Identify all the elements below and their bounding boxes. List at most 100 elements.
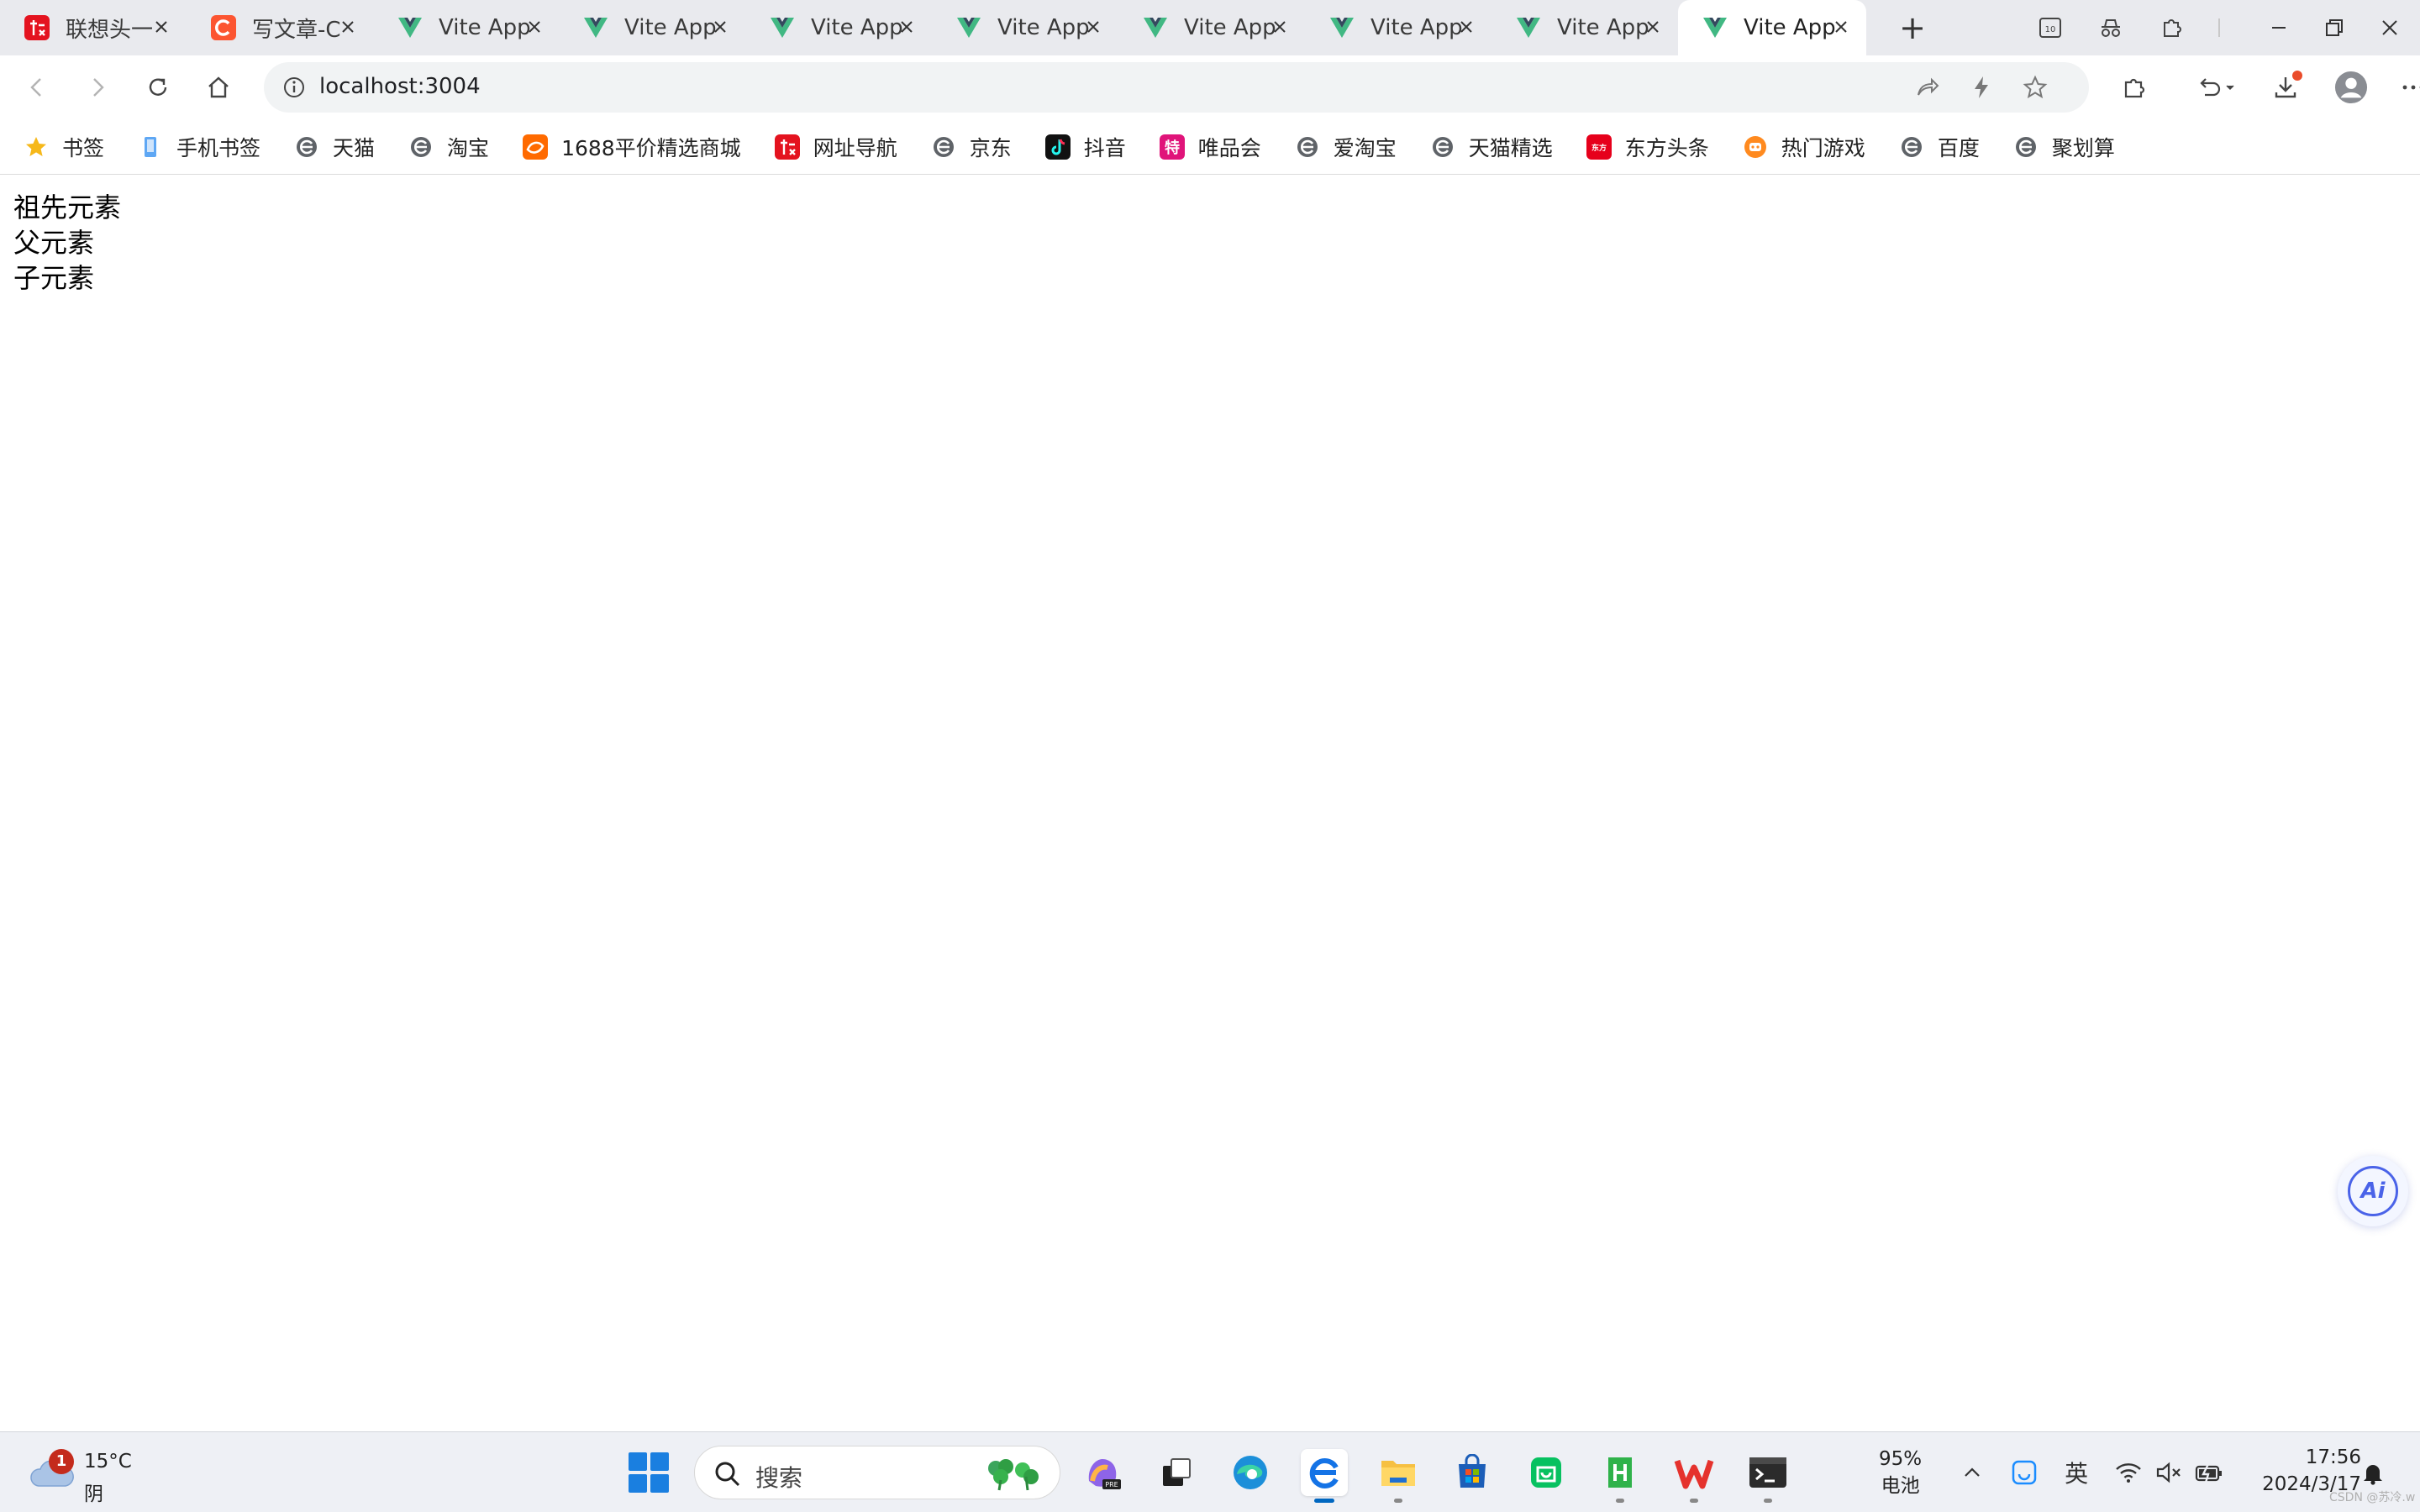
- home-button[interactable]: [202, 71, 235, 104]
- reload-icon: [149, 78, 167, 96]
- taskbar-search[interactable]: 搜索: [694, 1446, 1060, 1499]
- tab-close-icon[interactable]: [150, 16, 173, 39]
- bookmark-item[interactable]: 网址导航: [774, 132, 897, 162]
- tab-count-icon[interactable]: 10: [2033, 11, 2067, 45]
- chevron-up-icon[interactable]: [1954, 1454, 1991, 1491]
- bookmark-item[interactable]: 爱淘宝: [1295, 132, 1397, 162]
- game-icon: [1743, 134, 1768, 160]
- bookmark-item[interactable]: 淘宝: [408, 132, 489, 162]
- terminal-app[interactable]: [1744, 1449, 1791, 1503]
- lenovo-red-icon: [24, 14, 50, 41]
- back-button[interactable]: [20, 71, 54, 104]
- bookmark-item[interactable]: 热门游戏: [1743, 132, 1865, 162]
- app-indicator: [1764, 1499, 1772, 1503]
- bookmark-label: 京东: [969, 135, 1012, 160]
- tab-close-icon[interactable]: [895, 16, 918, 39]
- bookmark-label: 手机书签: [176, 135, 261, 160]
- store-app[interactable]: [1449, 1449, 1496, 1496]
- hbuilder-app[interactable]: [1597, 1449, 1644, 1503]
- lenovo-tray-icon[interactable]: [2006, 1454, 2043, 1491]
- start-tile: [650, 1474, 669, 1493]
- edge-app[interactable]: [1227, 1449, 1274, 1496]
- browser-tab[interactable]: Vite App: [373, 0, 560, 55]
- forward-arrow-icon: [93, 78, 104, 97]
- volume-muted-icon[interactable]: [2150, 1454, 2187, 1491]
- wechat-shop-app[interactable]: [1523, 1449, 1570, 1496]
- bookmark-label: 1688平价精选商城: [561, 135, 741, 160]
- bookmark-item[interactable]: 特唯品会: [1159, 132, 1261, 162]
- restore-icon[interactable]: [2317, 11, 2351, 45]
- reload-button[interactable]: [141, 71, 175, 104]
- share-icon[interactable]: [1911, 71, 1944, 104]
- tab-close-icon[interactable]: [1268, 16, 1292, 39]
- browser-tab[interactable]: Vite App: [1305, 0, 1491, 55]
- copilot-app[interactable]: PRE: [1079, 1449, 1126, 1496]
- more-menu-icon[interactable]: [2396, 71, 2420, 104]
- bookmark-item[interactable]: 聚划算: [2013, 132, 2115, 162]
- bookmark-item[interactable]: 抖音: [1044, 132, 1126, 162]
- wifi-icon[interactable]: [2110, 1454, 2147, 1491]
- battery-charging-icon[interactable]: [2191, 1454, 2228, 1491]
- browser-tab[interactable]: 联想头一: [0, 0, 187, 55]
- ai-assistant-button[interactable]: Ai: [2338, 1156, 2408, 1226]
- bookmark-item[interactable]: 百度: [1899, 132, 1980, 162]
- browser-e-icon: [1430, 134, 1455, 160]
- download-icon[interactable]: [2269, 71, 2302, 104]
- browser-e-icon: [2013, 134, 2039, 160]
- new-tab-button[interactable]: +: [1896, 9, 1929, 46]
- bookmark-star-icon[interactable]: [2018, 71, 2052, 104]
- start-button[interactable]: [629, 1452, 669, 1493]
- ime-indicator[interactable]: 英: [2058, 1454, 2095, 1491]
- app-indicator: [1394, 1499, 1402, 1503]
- bookmark-item[interactable]: 京东: [931, 132, 1012, 162]
- lenovo-browser-app[interactable]: [1301, 1449, 1348, 1503]
- svg-text:特: 特: [1165, 139, 1180, 157]
- url-text[interactable]: localhost:3004: [319, 74, 481, 99]
- notification-bell-icon[interactable]: [2354, 1454, 2391, 1491]
- lightning-icon[interactable]: [1965, 71, 1998, 104]
- minimize-icon[interactable]: [2262, 11, 2296, 45]
- battery-status[interactable]: 95% 电池: [1879, 1446, 1922, 1499]
- strip-divider: [2218, 18, 2220, 37]
- vue-icon: [1142, 14, 1169, 41]
- tab-close-icon[interactable]: [708, 16, 732, 39]
- browser-tab[interactable]: 写文章-C: [187, 0, 373, 55]
- tab-close-icon[interactable]: [1455, 16, 1478, 39]
- weather-widget[interactable]: 1 15°C 阴: [29, 1444, 155, 1505]
- extensions-icon[interactable]: [2118, 71, 2151, 104]
- browser-tab[interactable]: Vite App: [1678, 0, 1866, 55]
- tab-close-icon[interactable]: [1641, 16, 1665, 39]
- tab-close-icon[interactable]: [1081, 16, 1105, 39]
- wps-app[interactable]: [1670, 1449, 1718, 1503]
- extensions-puzzle-icon[interactable]: [2154, 11, 2188, 45]
- forward-button[interactable]: [81, 71, 114, 104]
- task-view-app[interactable]: [1153, 1449, 1200, 1496]
- app-indicator: [1690, 1499, 1698, 1503]
- tab-close-icon[interactable]: [336, 16, 360, 39]
- tab-close-icon[interactable]: [523, 16, 546, 39]
- incognito-icon[interactable]: [2094, 11, 2128, 45]
- svg-text:10: 10: [2045, 25, 2056, 34]
- bookmark-item[interactable]: 手机书签: [138, 132, 260, 162]
- file-explorer-app[interactable]: [1375, 1449, 1422, 1503]
- browser-tab[interactable]: Vite App: [559, 0, 745, 55]
- bookmark-item[interactable]: 天猫: [294, 132, 375, 162]
- profile-avatar-icon[interactable]: [2334, 71, 2368, 104]
- bookmark-item[interactable]: 书签: [24, 132, 104, 162]
- bookmark-item[interactable]: 天猫精选: [1430, 132, 1553, 162]
- app-indicator: [1314, 1499, 1334, 1503]
- bookmark-item[interactable]: 1688平价精选商城: [523, 132, 741, 162]
- browser-tab[interactable]: Vite App: [932, 0, 1118, 55]
- undo-dropdown-icon[interactable]: [2193, 71, 2240, 104]
- bookmark-item[interactable]: 东方 东方头条: [1586, 132, 1709, 162]
- browser-tab[interactable]: Vite App: [1491, 0, 1678, 55]
- close-window-icon[interactable]: [2373, 11, 2407, 45]
- microsoft-store-icon: [1459, 1454, 1486, 1488]
- address-bar[interactable]: localhost:3004: [264, 62, 2089, 113]
- browser-tab[interactable]: Vite App: [1118, 0, 1305, 55]
- tab-close-icon[interactable]: [1829, 16, 1853, 39]
- battery-percent: 95%: [1879, 1448, 1923, 1470]
- site-info-icon[interactable]: [281, 74, 308, 101]
- browser-tab[interactable]: Vite App: [745, 0, 932, 55]
- wps-icon: [1674, 1459, 1714, 1489]
